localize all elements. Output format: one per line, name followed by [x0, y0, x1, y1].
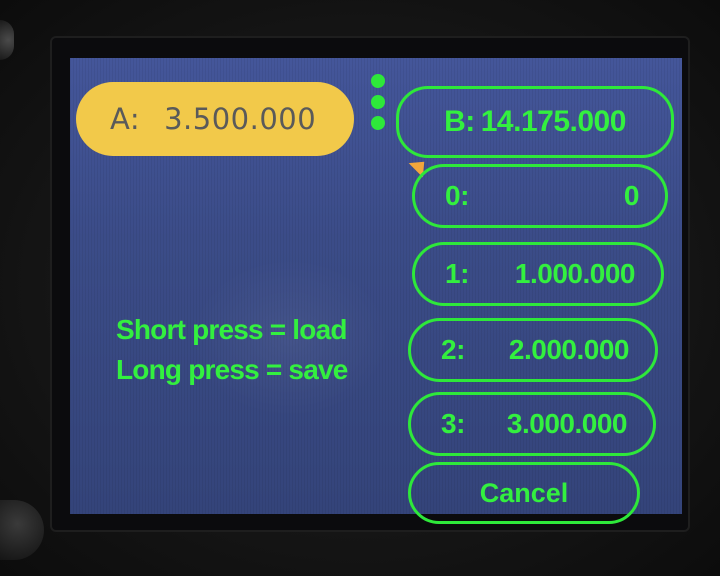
help-line-load: Short press = load — [116, 314, 347, 345]
memory-slot-2-button[interactable]: 2: 2.000.000 — [408, 318, 658, 382]
memory-slot-frequency: 0 — [623, 180, 640, 211]
vfo-b-frequency: 14.175.000 — [480, 105, 627, 138]
vertical-dots-icon[interactable] — [369, 74, 387, 134]
memory-slot-frequency: 2.000.000 — [508, 334, 630, 365]
memory-slot-label: 2: — [441, 334, 465, 365]
cancel-label: Cancel — [479, 477, 569, 508]
memory-slot-3-button[interactable]: 3: 3.000.000 — [408, 392, 656, 456]
memory-slot-label: 1: — [445, 258, 469, 289]
dot — [371, 95, 385, 109]
help-line-save: Long press = save — [116, 354, 348, 385]
vfo-b-button[interactable]: B: 14.175.000 — [396, 86, 674, 158]
vfo-a-display[interactable]: A: 3.500.000 — [76, 82, 354, 156]
memory-slot-1-button[interactable]: 1: 1.000.000 — [412, 242, 664, 306]
memory-slot-label: 3: — [441, 408, 465, 439]
cancel-button[interactable]: Cancel — [408, 462, 640, 524]
dot — [371, 116, 385, 130]
dot — [371, 74, 385, 88]
memory-slot-label: 0: — [445, 180, 469, 211]
vfo-b-label: B: — [444, 105, 475, 138]
vfo-a-label: A: — [110, 102, 141, 136]
vfo-a-frequency: 3.500.000 — [164, 102, 317, 136]
memory-slot-frequency: 1.000.000 — [514, 258, 636, 289]
memory-slot-frequency: 3.000.000 — [506, 408, 628, 439]
help-text: Short press = load Long press = save — [116, 310, 348, 390]
memory-slot-0-button[interactable]: 0: 0 — [412, 164, 668, 228]
